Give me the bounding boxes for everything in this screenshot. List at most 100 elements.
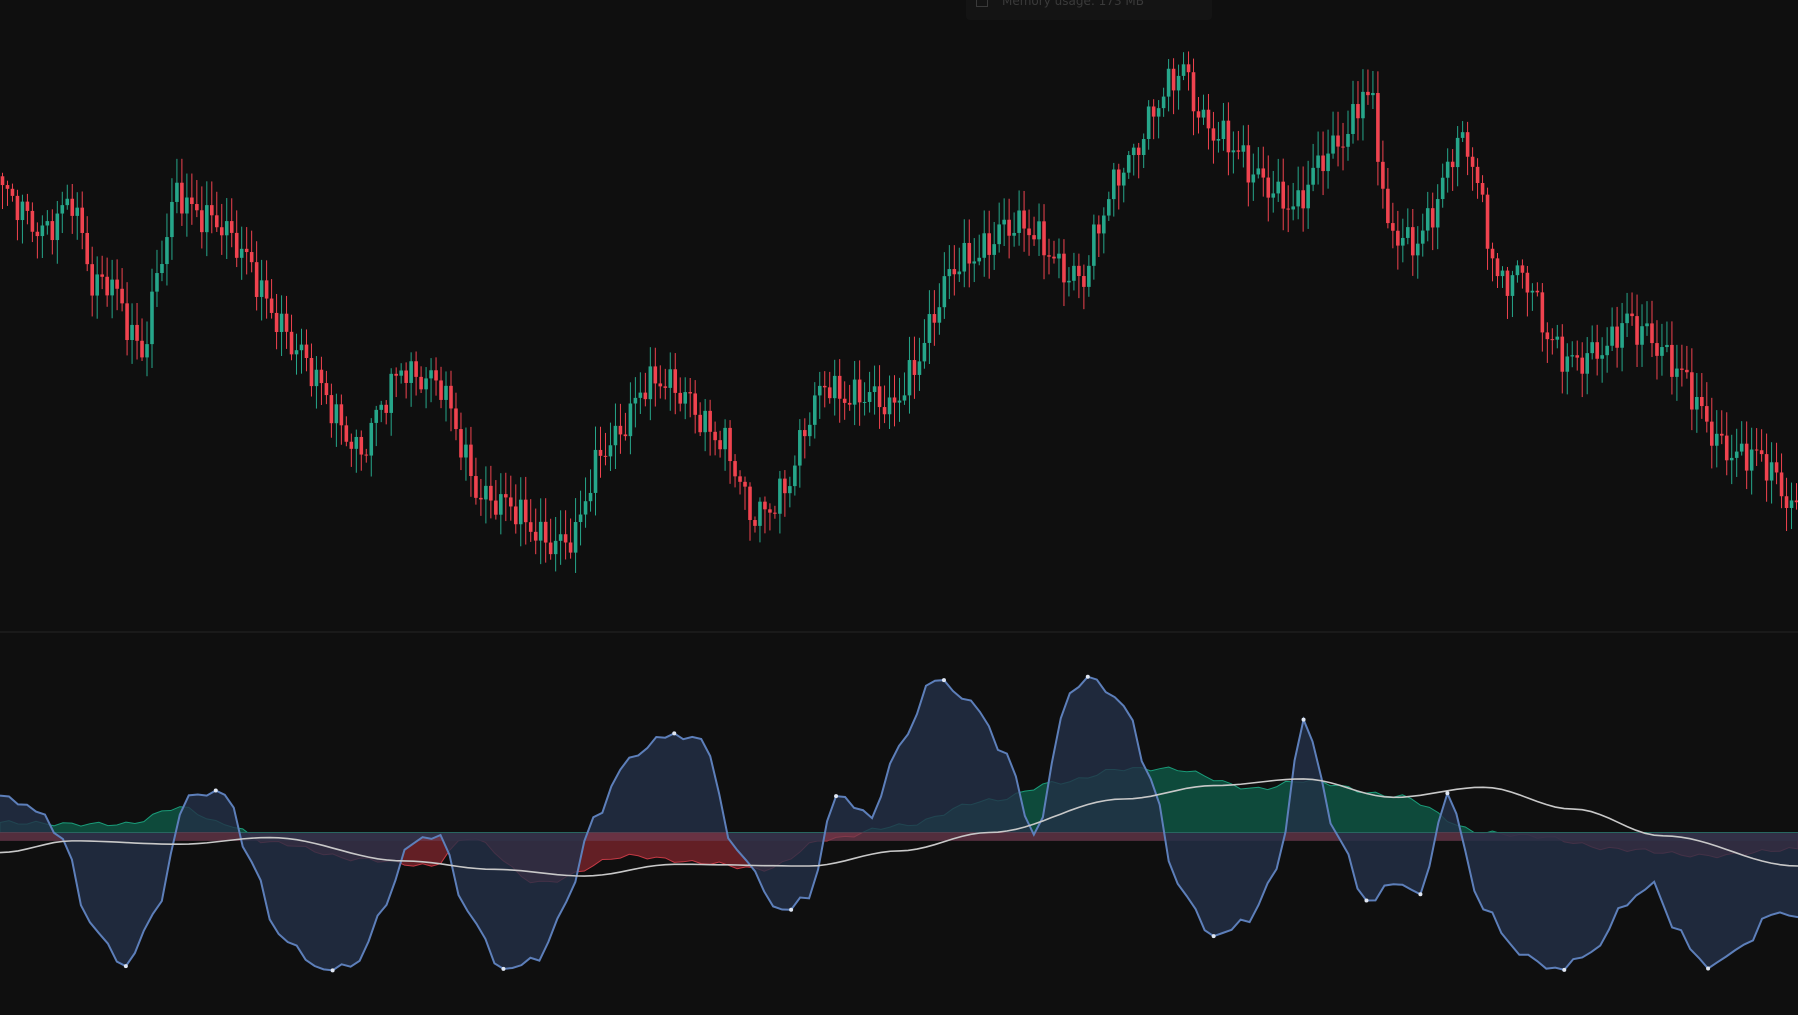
candle-body bbox=[224, 221, 229, 236]
candle-body bbox=[1002, 219, 1006, 225]
candle-body bbox=[877, 386, 882, 408]
candle-body bbox=[613, 425, 618, 446]
candle-body bbox=[1645, 323, 1649, 327]
candle-body bbox=[135, 324, 139, 341]
pivot-point bbox=[330, 968, 335, 973]
candle-body bbox=[543, 521, 548, 543]
candle-body bbox=[1052, 256, 1056, 259]
candle-body bbox=[1420, 230, 1425, 244]
candle-body bbox=[982, 233, 987, 258]
candle-body bbox=[1565, 356, 1570, 372]
candle-body bbox=[1610, 326, 1614, 346]
candle-body bbox=[479, 497, 483, 500]
candle-body bbox=[1440, 177, 1445, 200]
chip-icon bbox=[976, 0, 988, 7]
candle-body bbox=[130, 324, 134, 341]
candle-body bbox=[304, 344, 309, 358]
candle-body bbox=[788, 486, 792, 494]
candle-body bbox=[892, 397, 897, 403]
candle-body bbox=[1276, 181, 1281, 194]
candle-body bbox=[1580, 357, 1585, 374]
candle-body bbox=[847, 402, 852, 405]
candle-body bbox=[125, 303, 129, 341]
candle-body bbox=[359, 436, 364, 455]
candle-body bbox=[1724, 435, 1729, 461]
candle-body bbox=[145, 344, 149, 358]
candle-body bbox=[1525, 272, 1530, 293]
candle-body bbox=[349, 441, 354, 449]
candle-body bbox=[120, 288, 124, 304]
candle-body bbox=[1376, 92, 1380, 162]
candle-body bbox=[972, 261, 977, 264]
candle-body bbox=[20, 201, 25, 221]
candle-body bbox=[1465, 132, 1470, 157]
candle-body bbox=[75, 207, 80, 216]
pivot-point bbox=[941, 678, 946, 683]
candle-body bbox=[862, 401, 867, 403]
candle-body bbox=[733, 461, 737, 477]
candle-body bbox=[324, 383, 329, 396]
candle-body bbox=[713, 431, 717, 441]
candle-body bbox=[140, 340, 144, 358]
candle-body bbox=[205, 205, 209, 233]
candle-body bbox=[1151, 106, 1156, 117]
candle-body bbox=[1211, 128, 1216, 141]
candle-body bbox=[1660, 347, 1664, 356]
candle-body bbox=[957, 271, 962, 275]
candle-body bbox=[259, 280, 264, 297]
candle-body bbox=[354, 436, 359, 449]
candle-body bbox=[1555, 336, 1560, 340]
candle-body bbox=[50, 221, 55, 241]
candle-body bbox=[399, 370, 403, 376]
candle-body bbox=[489, 485, 493, 501]
candle-body bbox=[618, 425, 623, 435]
candle-body bbox=[638, 392, 643, 398]
candle-body bbox=[588, 492, 593, 502]
candle-body bbox=[1630, 313, 1634, 317]
candle-body bbox=[703, 410, 707, 433]
candle-body bbox=[1196, 111, 1201, 118]
chart-canvas[interactable] bbox=[0, 0, 1798, 1011]
candle-body bbox=[334, 404, 339, 424]
candle-body bbox=[1206, 109, 1211, 129]
candle-body bbox=[783, 478, 787, 494]
candle-body bbox=[1057, 253, 1061, 259]
candle-body bbox=[85, 232, 89, 265]
candle-body bbox=[1749, 449, 1754, 471]
candle-body bbox=[997, 224, 1001, 245]
candle-body bbox=[668, 369, 673, 388]
candle-body bbox=[1680, 368, 1684, 370]
candle-body bbox=[1007, 219, 1011, 236]
candle-body bbox=[1241, 145, 1246, 152]
pivot-point bbox=[789, 907, 794, 912]
candle-body bbox=[70, 198, 75, 216]
candle-body bbox=[1171, 68, 1176, 91]
candle-body bbox=[1156, 108, 1161, 117]
candle-body bbox=[578, 514, 583, 523]
candle-body bbox=[1520, 265, 1525, 273]
candle-body bbox=[1082, 276, 1086, 287]
candle-body bbox=[1759, 450, 1764, 455]
candle-body bbox=[912, 360, 917, 375]
pivot-point bbox=[1706, 966, 1711, 971]
pivot-point bbox=[1418, 892, 1423, 897]
candle-body bbox=[269, 298, 274, 313]
candle-body bbox=[1281, 181, 1286, 209]
candle-body bbox=[693, 393, 697, 415]
pivot-point bbox=[1562, 967, 1567, 972]
candle-body bbox=[1435, 199, 1440, 228]
candle-body bbox=[389, 373, 393, 413]
candle-body bbox=[474, 476, 478, 498]
candle-body bbox=[264, 280, 269, 299]
candle-body bbox=[1321, 155, 1325, 172]
candle-body bbox=[424, 378, 428, 390]
candle-body bbox=[1406, 227, 1410, 238]
candle-body bbox=[195, 204, 199, 211]
candle-body bbox=[1381, 161, 1385, 189]
candle-body bbox=[1475, 166, 1480, 184]
candle-body bbox=[708, 410, 712, 432]
candle-body bbox=[798, 430, 802, 466]
candle-body bbox=[1585, 353, 1589, 374]
pivot-point bbox=[1211, 934, 1216, 939]
candle-body bbox=[1012, 232, 1016, 236]
